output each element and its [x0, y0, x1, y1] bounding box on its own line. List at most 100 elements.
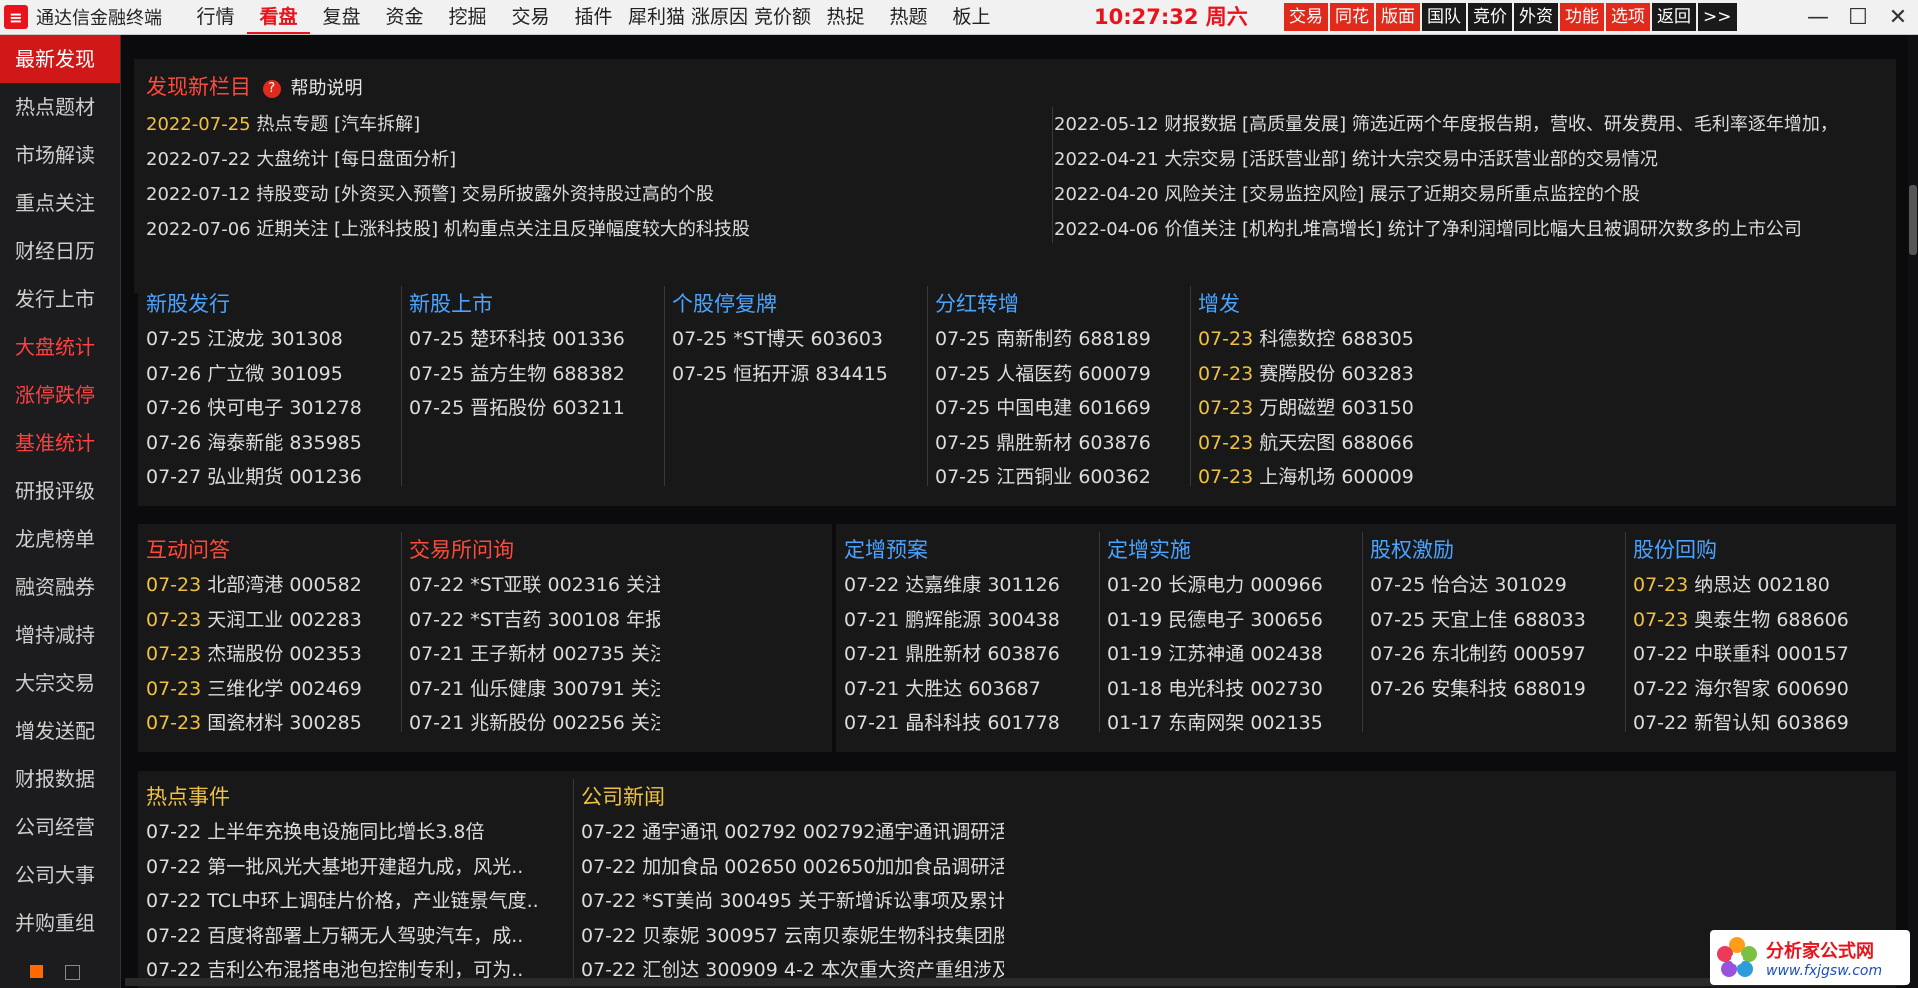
sidebar-item[interactable]: 重点关注 [0, 179, 120, 227]
table-row[interactable]: 07-25 益方生物 688382 [409, 357, 660, 392]
discover-row[interactable]: 2022-04-20 风险关注 [交易监控风险] 展示了近期交易所重点监控的个股 [1054, 177, 1894, 212]
table-row[interactable]: 07-25 怡合达 301029 [1370, 568, 1621, 603]
menu-item[interactable]: 交易 [499, 0, 562, 34]
table-row[interactable]: 07-27 弘业期货 001236 [146, 460, 397, 495]
quick-button[interactable]: 功能 [1560, 3, 1604, 31]
sidebar-item[interactable]: 公司经营 [0, 803, 120, 851]
quick-button[interactable]: 外资 [1514, 3, 1558, 31]
table-row[interactable]: 07-22 百度将部署上万辆无人驾驶汽车，成.. [146, 919, 569, 954]
table-row[interactable]: 07-25 鼎胜新材 603876 [935, 426, 1186, 461]
table-row[interactable]: 07-25 *ST博天 603603 [672, 322, 923, 357]
table-row[interactable]: 07-22 *ST亚联 002316 关注函 [409, 568, 660, 603]
table-row[interactable]: 07-26 海泰新能 835985 [146, 426, 397, 461]
table-row[interactable]: 07-25 天宜上佳 688033 [1370, 603, 1621, 638]
table-row[interactable]: 07-21 仙乐健康 300791 关注函 [409, 672, 660, 707]
menu-item[interactable]: 复盘 [310, 0, 373, 34]
quick-button[interactable]: 版面 [1376, 3, 1420, 31]
table-row[interactable]: 07-23 赛腾股份 603283 [1198, 357, 1449, 392]
table-row[interactable]: 07-25 南新制药 688189 [935, 322, 1186, 357]
table-row[interactable]: 01-19 民德电子 300656 [1107, 603, 1358, 638]
table-row[interactable]: 01-19 江苏神通 002438 [1107, 637, 1358, 672]
sidebar-item[interactable]: 最新发现 [0, 35, 120, 83]
scrollbar-thumb[interactable] [1909, 185, 1917, 255]
menu-item[interactable]: 犀利猫 [625, 0, 688, 34]
sidebar-item[interactable]: 市场解读 [0, 131, 120, 179]
column-title[interactable]: 增发 [1198, 286, 1449, 322]
horizontal-scrollbar[interactable] [125, 978, 1905, 986]
quick-button[interactable]: 选项 [1606, 3, 1650, 31]
discover-row[interactable]: 2022-04-06 价值关注 [机构扎堆高增长] 统计了净利润增同比幅大且被调… [1054, 212, 1894, 247]
menu-item[interactable]: 行情 [184, 0, 247, 34]
table-row[interactable]: 07-22 贝泰妮 300957 云南贝泰妮生物科技集团股份.. [581, 919, 1004, 954]
sidebar-item[interactable]: 热点题材 [0, 83, 120, 131]
sidebar-item[interactable]: 涨停跌停 [0, 371, 120, 419]
column-title[interactable]: 股份回购 [1633, 532, 1884, 568]
sidebar-item[interactable]: 基准统计 [0, 419, 120, 467]
table-row[interactable]: 07-22 TCL中环上调硅片价格，产业链景气度.. [146, 884, 569, 919]
quick-button[interactable]: 竞价 [1468, 3, 1512, 31]
quick-button[interactable]: 同花 [1330, 3, 1374, 31]
table-row[interactable]: 07-26 安集科技 688019 [1370, 672, 1621, 707]
sidebar-item[interactable]: 发行上市 [0, 275, 120, 323]
table-row[interactable]: 07-23 万朗磁塑 603150 [1198, 391, 1449, 426]
table-row[interactable]: 07-23 上海机场 600009 [1198, 460, 1449, 495]
discover-row[interactable]: 2022-07-06 近期关注 [上涨科技股] 机构重点关注且反弹幅度较大的科技… [146, 212, 1036, 247]
table-row[interactable]: 07-21 鼎胜新材 603876 [844, 637, 1095, 672]
discover-row[interactable]: 2022-07-12 持股变动 [外资买入预警] 交易所披露外资持股过高的个股 [146, 177, 1036, 212]
table-row[interactable]: 07-25 中国电建 601669 [935, 391, 1186, 426]
quick-button[interactable]: 返回 [1652, 3, 1696, 31]
quick-button[interactable]: 交易 [1284, 3, 1328, 31]
sidebar-item[interactable]: 增发送配 [0, 707, 120, 755]
table-row[interactable]: 07-25 楚环科技 001336 [409, 322, 660, 357]
table-row[interactable]: 07-23 科德数控 688305 [1198, 322, 1449, 357]
table-row[interactable]: 07-22 达嘉维康 301126 [844, 568, 1095, 603]
sidebar-item[interactable]: 财经日历 [0, 227, 120, 275]
table-row[interactable]: 07-26 东北制药 000597 [1370, 637, 1621, 672]
table-row[interactable]: 07-23 国瓷材料 300285 [146, 706, 397, 741]
column-title[interactable]: 互动问答 [146, 532, 397, 568]
table-row[interactable]: 01-20 长源电力 000966 [1107, 568, 1358, 603]
table-row[interactable]: 01-18 电光科技 002730 [1107, 672, 1358, 707]
table-row[interactable]: 07-25 江西铜业 600362 [935, 460, 1186, 495]
quick-button[interactable]: >> [1698, 3, 1737, 31]
discover-row[interactable]: 2022-05-12 财报数据 [高质量发展] 筛选近两个年度报告期，营收、研发… [1054, 107, 1894, 142]
column-title[interactable]: 定增预案 [844, 532, 1095, 568]
sidebar-item[interactable]: 研报评级 [0, 467, 120, 515]
table-row[interactable]: 07-25 晋拓股份 603211 [409, 391, 660, 426]
help-link[interactable]: 帮助说明 [290, 78, 362, 99]
column-title[interactable]: 定增实施 [1107, 532, 1358, 568]
discover-row[interactable]: 2022-04-21 大宗交易 [活跃营业部] 统计大宗交易中活跃营业部的交易情… [1054, 142, 1894, 177]
sidebar-item[interactable]: 龙虎榜单 [0, 515, 120, 563]
table-row[interactable]: 07-21 晶科科技 601778 [844, 706, 1095, 741]
column-title[interactable]: 热点事件 [146, 779, 569, 815]
sidebar-item[interactable]: 大盘统计 [0, 323, 120, 371]
table-row[interactable]: 07-22 中联重科 000157 [1633, 637, 1884, 672]
menu-item[interactable]: 看盘 [247, 0, 310, 34]
menu-item[interactable]: 板上 [940, 0, 1003, 34]
minimize-icon[interactable]: — [1798, 5, 1838, 30]
menu-item[interactable]: 热捉 [814, 0, 877, 34]
table-row[interactable]: 07-25 人福医药 600079 [935, 357, 1186, 392]
table-row[interactable]: 07-22 *ST吉药 300108 年报问询函 [409, 603, 660, 638]
column-title[interactable]: 交易所问询 [409, 532, 660, 568]
table-row[interactable]: 07-23 三维化学 002469 [146, 672, 397, 707]
table-row[interactable]: 07-22 海尔智家 600690 [1633, 672, 1884, 707]
help-icon[interactable]: ? [262, 80, 281, 98]
menu-item[interactable]: 竞价额 [751, 0, 814, 34]
discover-row[interactable]: 2022-07-25 热点专题 [汽车拆解] [146, 107, 1036, 142]
table-row[interactable]: 07-22 加加食品 002650 002650加加食品调研活动信.. [581, 850, 1004, 885]
table-row[interactable]: 07-26 快可电子 301278 [146, 391, 397, 426]
column-title[interactable]: 公司新闻 [581, 779, 1004, 815]
sidebar-item[interactable]: 并购重组 [0, 899, 120, 947]
maximize-icon[interactable]: ☐ [1838, 5, 1878, 30]
table-row[interactable]: 07-21 鹏辉能源 300438 [844, 603, 1095, 638]
outline-square-icon[interactable] [65, 965, 80, 980]
column-title[interactable]: 新股发行 [146, 286, 397, 322]
column-title[interactable]: 新股上市 [409, 286, 660, 322]
discover-row[interactable]: 2022-07-22 大盘统计 [每日盘面分析] [146, 142, 1036, 177]
table-row[interactable]: 07-22 通宇通讯 002792 002792通宇通讯调研活动信.. [581, 815, 1004, 850]
sidebar-item[interactable]: 财报数据 [0, 755, 120, 803]
sidebar-item[interactable]: 大宗交易 [0, 659, 120, 707]
table-row[interactable]: 07-22 新智认知 603869 [1633, 706, 1884, 741]
menu-item[interactable]: 插件 [562, 0, 625, 34]
